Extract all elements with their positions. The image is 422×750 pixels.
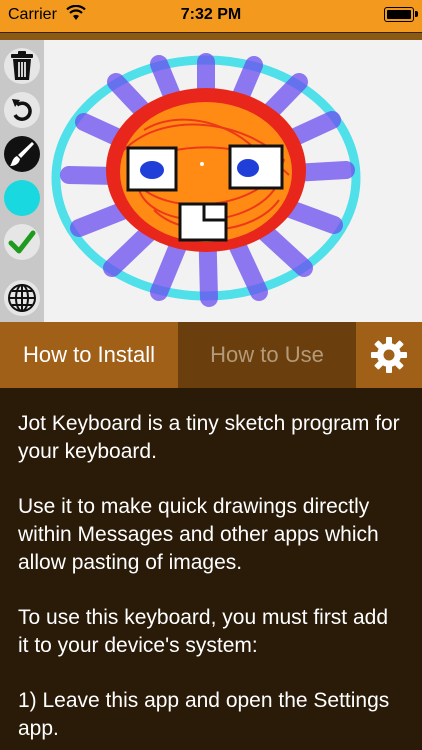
gear-icon <box>371 337 407 373</box>
instructions-paragraph-4: 1) Leave this app and open the Settings … <box>18 689 390 740</box>
mouth <box>178 202 228 242</box>
globe-button[interactable] <box>4 280 40 316</box>
tab-how-to-use[interactable]: How to Use <box>178 322 356 388</box>
globe-icon <box>8 284 36 312</box>
undo-button[interactable] <box>4 92 40 128</box>
status-time: 7:32 PM <box>180 6 242 23</box>
tab-how-to-install[interactable]: How to Install <box>0 322 178 388</box>
checkmark-icon <box>8 230 36 254</box>
instructions-paragraph-2: Use it to make quick drawings directly w… <box>18 495 379 574</box>
instructions-panel: Jot Keyboard is a tiny sketch program fo… <box>0 388 422 750</box>
instructions-paragraph-1: Jot Keyboard is a tiny sketch program fo… <box>18 412 400 463</box>
trash-button[interactable] <box>4 48 40 84</box>
drawing-canvas[interactable] <box>44 40 422 322</box>
status-bar: Carrier 7:32 PM <box>0 0 422 32</box>
instructions-paragraph-3: To use this keyboard, you must first add… <box>18 606 389 657</box>
battery-icon <box>384 7 418 22</box>
left-eye <box>126 146 178 192</box>
tab-install-label: How to Install <box>22 342 156 367</box>
settings-button[interactable] <box>356 322 422 388</box>
brush-button[interactable] <box>4 136 40 172</box>
drawing-toolbar <box>0 40 44 322</box>
color-swatch[interactable] <box>4 180 40 216</box>
done-button[interactable] <box>4 224 40 260</box>
trash-icon <box>11 51 33 80</box>
tab-bar: How to Install How to Use <box>0 322 422 388</box>
right-eye <box>228 144 284 190</box>
undo-icon <box>12 99 32 121</box>
tab-use-label: How to Use <box>210 342 324 367</box>
brush-icon <box>10 142 34 166</box>
